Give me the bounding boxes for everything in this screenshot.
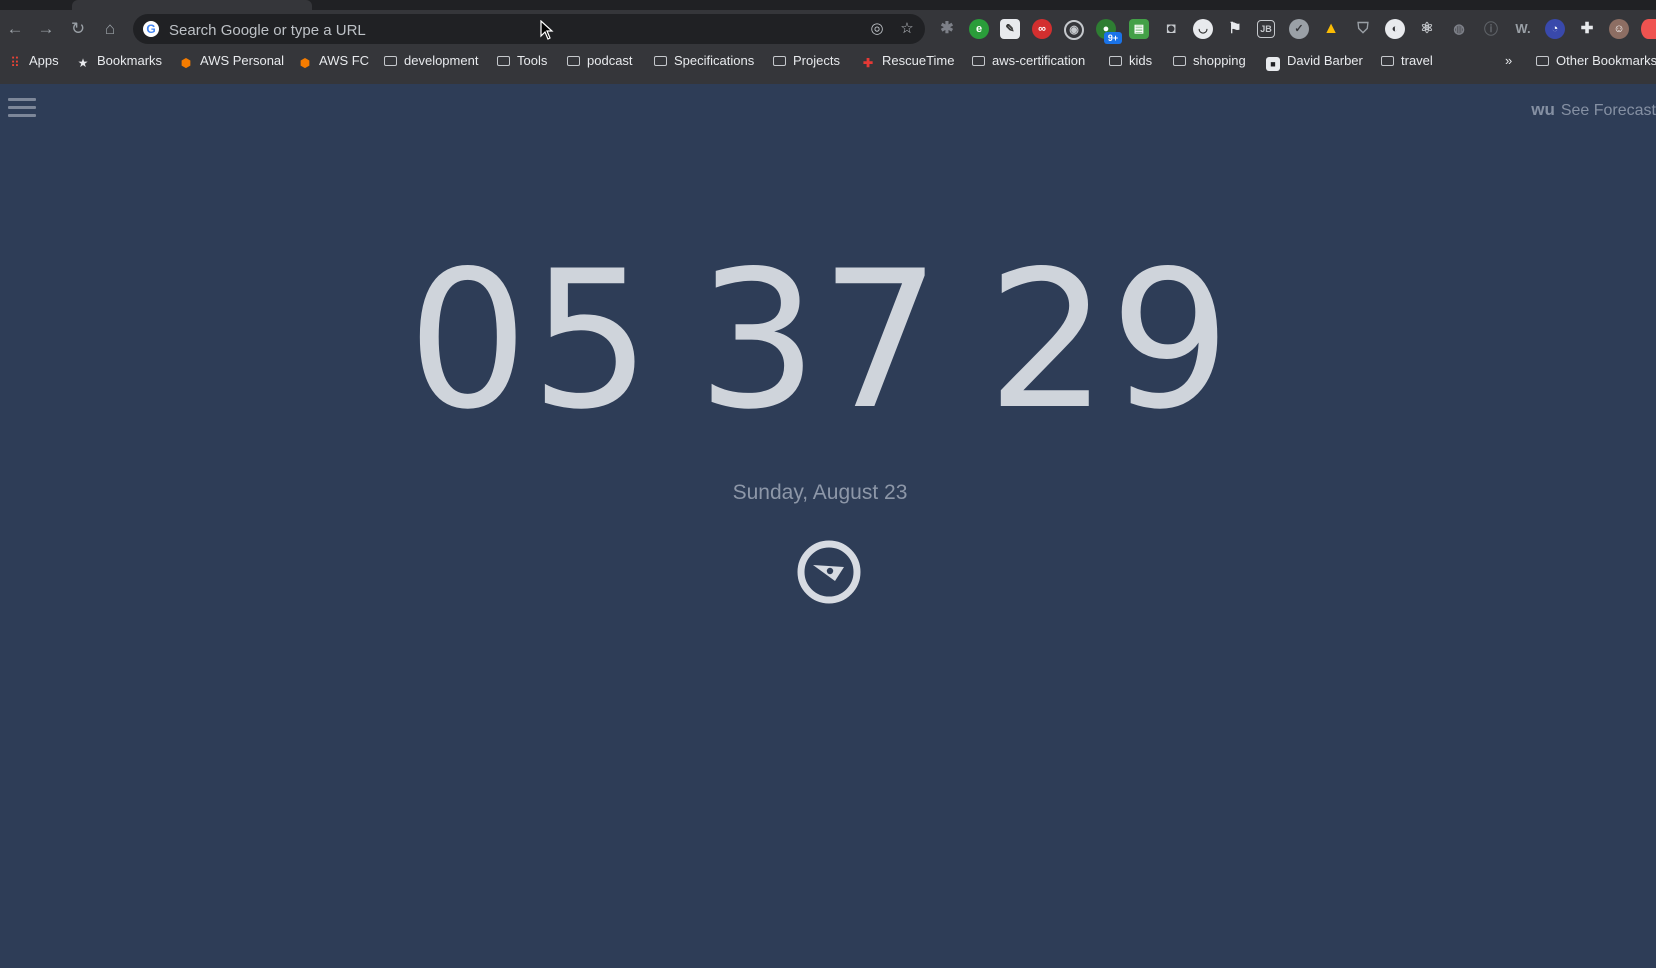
active-tab[interactable] bbox=[72, 0, 312, 10]
puzzle-extensions-icon[interactable]: ✚ bbox=[1577, 19, 1597, 39]
w-extension-icon[interactable]: W. bbox=[1513, 19, 1533, 39]
ghost-extension-icon[interactable]: ◡ bbox=[1193, 19, 1213, 39]
folder-icon bbox=[497, 56, 510, 66]
omnibox[interactable]: G ◎ ☆ bbox=[133, 14, 925, 46]
location-target-icon[interactable]: ◎ bbox=[868, 20, 886, 38]
folder-icon bbox=[654, 56, 667, 66]
bookmark-folder-aws-certification[interactable]: aws-certification bbox=[972, 51, 1085, 71]
bookmark-folder-development[interactable]: development bbox=[384, 51, 478, 71]
hamburger-menu-icon[interactable] bbox=[8, 98, 36, 122]
google-g-icon: G bbox=[143, 21, 159, 37]
bookmark-aws-personal[interactable]: ⬢ AWS Personal bbox=[179, 51, 284, 71]
extension-badge: 9+ bbox=[1104, 32, 1122, 44]
bookmark-david-barber[interactable]: ■ David Barber bbox=[1266, 51, 1363, 71]
see-forecast-label: See Forecast bbox=[1560, 102, 1656, 119]
rescuetime-icon: ✚ bbox=[862, 56, 874, 70]
info-extension-icon[interactable]: ⓘ bbox=[1481, 19, 1501, 39]
aws-cube-icon: ⬢ bbox=[180, 56, 192, 70]
flag-extension-icon[interactable]: ⚑ bbox=[1225, 19, 1245, 39]
bookmarks-bar: ⠿ Apps ★ Bookmarks ⬢ AWS Personal ⬢ AWS FC d… bbox=[0, 48, 1656, 74]
bookmark-folder-travel[interactable]: travel bbox=[1381, 51, 1433, 71]
bookmark-star-icon[interactable]: ☆ bbox=[898, 20, 916, 38]
bookmark-apps[interactable]: ⠿ Apps bbox=[8, 51, 58, 71]
date-label: Sunday, August 23 bbox=[732, 481, 908, 504]
square-logo-icon: ■ bbox=[1266, 57, 1280, 71]
clock-seconds: 29 bbox=[986, 230, 1233, 451]
back-arrow-icon[interactable]: ← bbox=[4, 18, 26, 40]
bookmark-folder-podcast[interactable]: podcast bbox=[567, 51, 633, 71]
evernote-extension-icon[interactable]: e bbox=[969, 19, 989, 39]
clock-hours: 05 bbox=[407, 230, 654, 451]
folder-icon bbox=[773, 56, 786, 66]
camera-extension-icon[interactable]: ◘ bbox=[1161, 19, 1181, 39]
mouse-cursor-icon bbox=[540, 20, 554, 40]
circle-extension-icon[interactable]: ◐ bbox=[1385, 19, 1405, 39]
see-forecast-link[interactable]: wu See Forecast bbox=[1531, 98, 1656, 122]
shield-extension-icon[interactable]: ⛉ bbox=[1353, 19, 1373, 39]
bookmark-rescuetime[interactable]: ✚ RescueTime bbox=[861, 51, 955, 71]
clock-display: 05 37 29 bbox=[340, 246, 1300, 436]
react-extension-icon[interactable]: ⚛ bbox=[1417, 19, 1437, 39]
browser-chrome: ← → ↻ ⌂ G ◎ ☆ ✱ e ✎ ∞ ◉ ● 9+ ▤ ◘ ◡ ⚑ JB … bbox=[0, 0, 1656, 84]
folder-icon bbox=[567, 56, 580, 66]
update-indicator-icon[interactable] bbox=[1641, 19, 1656, 39]
bookmark-folder-shopping[interactable]: shopping bbox=[1173, 51, 1246, 71]
reload-icon[interactable]: ↻ bbox=[67, 18, 89, 40]
home-icon[interactable]: ⌂ bbox=[99, 18, 121, 40]
grammar-extension-icon[interactable]: ✎ bbox=[1000, 19, 1020, 39]
bookmarks-overflow-chevron[interactable]: » bbox=[1505, 51, 1512, 71]
star-icon: ★ bbox=[77, 56, 89, 70]
folder-icon bbox=[1109, 56, 1122, 66]
bookmark-folder-specifications[interactable]: Specifications bbox=[654, 51, 754, 71]
folder-icon bbox=[972, 56, 985, 66]
folder-icon bbox=[1381, 56, 1394, 66]
folder-icon bbox=[1536, 56, 1549, 66]
settings-gear-extension-icon[interactable]: ✱ bbox=[937, 19, 957, 39]
address-bar-input[interactable] bbox=[167, 14, 821, 46]
apps-grid-icon: ⠿ bbox=[10, 55, 20, 70]
google-drive-extension-icon[interactable]: ▲ bbox=[1321, 19, 1341, 39]
forward-arrow-icon[interactable]: → bbox=[35, 18, 57, 40]
sheets-extension-icon[interactable]: ▤ bbox=[1129, 19, 1149, 39]
profile-avatar[interactable]: ☺ bbox=[1609, 19, 1629, 39]
jb-extension-icon[interactable]: JB bbox=[1257, 20, 1275, 38]
bookmark-folder-tools[interactable]: Tools bbox=[497, 51, 547, 71]
bookmark-other-bookmarks[interactable]: Other Bookmarks bbox=[1536, 51, 1656, 71]
compass-icon[interactable] bbox=[796, 539, 862, 605]
blue-extension-icon[interactable]: ◔ bbox=[1545, 19, 1565, 39]
dot-extension-icon[interactable]: ◍ bbox=[1449, 19, 1469, 39]
folder-icon bbox=[384, 56, 397, 66]
bookmark-folder-kids[interactable]: kids bbox=[1109, 51, 1152, 71]
bookmark-aws-fc[interactable]: ⬢ AWS FC bbox=[298, 51, 369, 71]
target-extension-icon[interactable]: ◉ bbox=[1064, 20, 1084, 40]
pen-extension-icon[interactable]: ✓ bbox=[1289, 19, 1309, 39]
aws-cube-icon: ⬢ bbox=[299, 56, 311, 70]
clock-minutes: 37 bbox=[697, 230, 943, 451]
tab-strip bbox=[0, 0, 1656, 10]
folder-icon bbox=[1173, 56, 1186, 66]
bookmark-bookmarks[interactable]: ★ Bookmarks bbox=[76, 51, 162, 71]
browser-toolbar: ← → ↻ ⌂ G ◎ ☆ ✱ e ✎ ∞ ◉ ● 9+ ▤ ◘ ◡ ⚑ JB … bbox=[0, 10, 1656, 48]
bookmark-folder-projects[interactable]: Projects bbox=[773, 51, 840, 71]
weather-underground-logo: wu bbox=[1531, 100, 1555, 119]
lastpass-extension-icon[interactable]: ∞ bbox=[1032, 19, 1052, 39]
